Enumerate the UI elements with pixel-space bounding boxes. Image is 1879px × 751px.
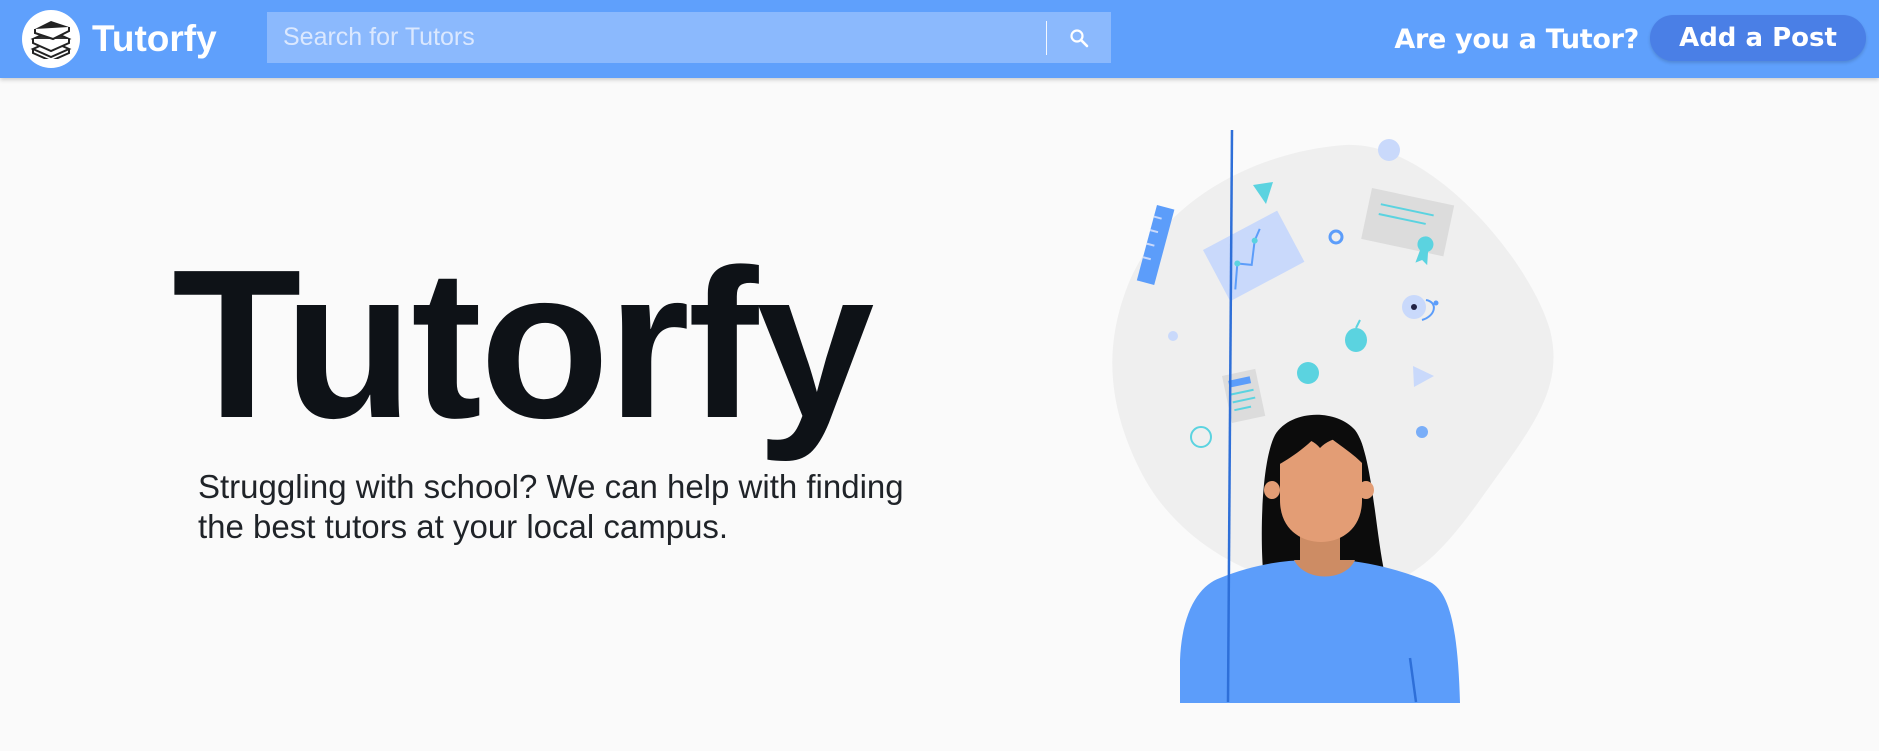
brand-name: Tutorfy xyxy=(92,18,217,59)
books-stack-icon xyxy=(22,10,80,68)
tutor-question: Are you a Tutor? xyxy=(1394,24,1639,55)
search-icon xyxy=(1070,28,1089,47)
search-bar xyxy=(267,12,1111,63)
brand-link[interactable]: Tutorfy xyxy=(22,10,217,68)
hero-title: Tutorfy xyxy=(172,225,874,462)
student-illustration xyxy=(1112,130,1554,703)
search-divider xyxy=(1046,20,1047,55)
search-button[interactable] xyxy=(1047,12,1111,63)
search-input[interactable] xyxy=(267,12,1046,63)
hero-subtitle: Struggling with school? We can help with… xyxy=(198,468,904,545)
add-post-button[interactable]: Add a Post xyxy=(1650,15,1866,61)
navbar: Tutorfy Are you a Tutor? Add a Post xyxy=(0,0,1879,78)
